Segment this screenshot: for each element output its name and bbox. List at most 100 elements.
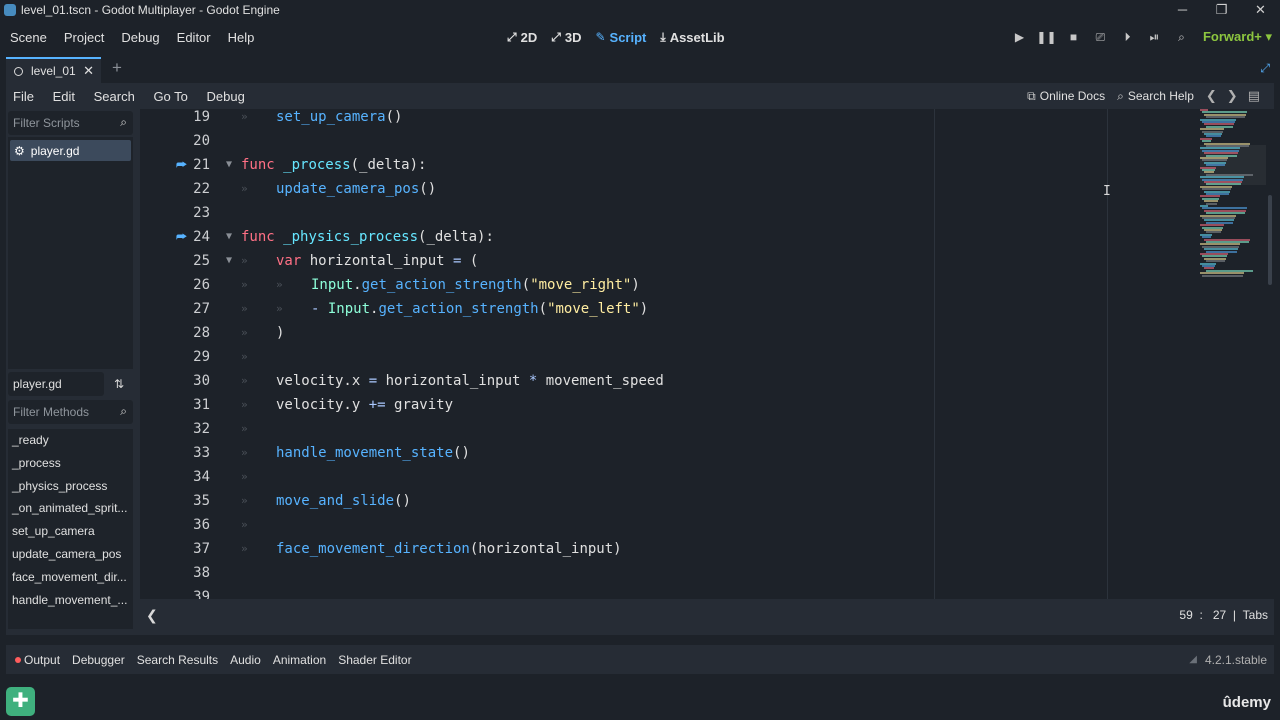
tab-script[interactable]: ✎ Script <box>595 30 646 45</box>
method-item[interactable]: set_up_camera <box>8 520 133 543</box>
code-line[interactable]: 27 » » - Input.get_action_strength("move_le… <box>140 297 1274 321</box>
menu-editor[interactable]: Editor <box>177 30 211 45</box>
pause-icon[interactable]: ❚❚ <box>1033 30 1060 44</box>
code-line[interactable]: 37 » face_movement_direction(horizontal_in… <box>140 537 1274 561</box>
history-back-icon[interactable]: ❮ <box>1206 88 1217 104</box>
method-item[interactable]: _process <box>8 452 133 475</box>
menu-scene[interactable]: Scene <box>10 30 47 45</box>
tab-audio[interactable]: Audio <box>230 653 261 667</box>
code-line[interactable]: 29 » <box>140 345 1274 369</box>
code-line[interactable]: 31 » velocity.y += gravity <box>140 393 1274 417</box>
code-line[interactable]: 36 » <box>140 513 1274 537</box>
play-scene-icon[interactable]: ⏵ <box>1114 30 1141 45</box>
override-arrow-icon[interactable]: ⮫ <box>176 225 190 249</box>
method-item[interactable]: update_camera_pos <box>8 543 133 566</box>
distraction-free-icon[interactable]: ⤢ <box>1260 61 1270 76</box>
method-item[interactable]: _on_animated_sprit... <box>8 497 133 520</box>
tab-animation[interactable]: Animation <box>273 653 326 667</box>
code-line[interactable]: 34 » <box>140 465 1274 489</box>
close-icon[interactable]: ✕ <box>83 63 94 79</box>
renderer-select[interactable]: Forward+ ▾ <box>1203 29 1272 45</box>
script-menu-file[interactable]: File <box>13 89 34 104</box>
bottom-panel-tabs: Output Debugger Search Results Audio Ani… <box>6 645 1274 674</box>
code-line[interactable]: 22 » update_camera_pos() <box>140 177 1274 201</box>
script-menu-edit[interactable]: Edit <box>53 89 75 104</box>
fold-arrow-icon[interactable]: ▼ <box>226 249 232 273</box>
menu-help[interactable]: Help <box>228 30 255 45</box>
run-controls: ▶ ❚❚ ■ ⎚ ⏵ ⏯ ⌕ Forward+ ▾ <box>1006 20 1272 54</box>
script-item-player[interactable]: ⚙ player.gd <box>10 140 131 161</box>
float-window-icon[interactable]: ▤ <box>1248 88 1260 104</box>
override-arrow-icon[interactable]: ⮫ <box>176 153 190 177</box>
method-item[interactable]: _physics_process <box>8 475 133 498</box>
play-custom-scene-icon[interactable]: ⏯ <box>1141 30 1168 45</box>
tab-marker-icon: » <box>276 302 283 315</box>
menu-project[interactable]: Project <box>64 30 104 45</box>
code-line[interactable]: 28 ») <box>140 321 1274 345</box>
tab-assetlib[interactable]: ⤓ AssetLib <box>660 30 724 45</box>
code-line[interactable]: 19 » set_up_camera() <box>140 109 1274 129</box>
editor-menu-bar: Scene Project Debug Editor Help ⤢ 2D ⤢ 3… <box>0 20 1280 54</box>
filter-scripts-input[interactable]: Filter Scripts ⌕ <box>8 111 133 135</box>
tab-debugger[interactable]: Debugger <box>72 653 125 667</box>
add-note-icon[interactable]: ✚ <box>6 687 35 716</box>
code-line[interactable]: 30 » velocity.x = horizontal_input * movem… <box>140 369 1274 393</box>
code-line[interactable]: 32 » <box>140 417 1274 441</box>
tab-search-results[interactable]: Search Results <box>137 653 218 667</box>
sort-icon[interactable]: ⇅ <box>114 377 124 391</box>
tab-output-label: Output <box>24 652 61 667</box>
code-line[interactable]: 25 ▼ » var horizontal_input = ( <box>140 249 1274 273</box>
window-controls: ─ ❐ ✕ <box>1163 0 1280 20</box>
search-help-button[interactable]: ⌕ Search Help <box>1117 89 1194 104</box>
editor-status-bar: ❮ 59 : 27 | Tabs <box>140 602 1274 628</box>
method-item[interactable]: face_movement_dir... <box>8 566 133 589</box>
history-forward-icon[interactable]: ❯ <box>1227 88 1238 104</box>
online-docs-button[interactable]: ⧉ Online Docs <box>1027 89 1105 104</box>
overlay-strip: ✚ ûdemy <box>0 684 1280 720</box>
code-line[interactable]: 26 » » Input.get_action_strength("move_righ… <box>140 273 1274 297</box>
2d-icon: ⤢ <box>507 29 517 44</box>
code-line[interactable]: 23 <box>140 201 1274 225</box>
tab-output[interactable]: Output <box>15 653 60 667</box>
caret-column: 27 <box>1212 608 1227 622</box>
play-icon[interactable]: ▶ <box>1006 30 1033 44</box>
tab-marker-icon: » <box>241 350 248 363</box>
code-line[interactable]: 24 ⮫ ▼ func _physics_process(_delta): <box>140 225 1274 249</box>
filter-methods-input[interactable]: Filter Methods ⌕ <box>8 400 133 424</box>
filter-scripts-placeholder: Filter Scripts <box>13 116 80 130</box>
remote-debug-icon[interactable]: ⎚ <box>1087 30 1114 45</box>
code-line[interactable]: 35 » move_and_slide() <box>140 489 1274 513</box>
maximize-button[interactable]: ❐ <box>1202 0 1241 20</box>
method-item[interactable]: handle_movement_... <box>8 589 133 612</box>
scene-tab-level-01[interactable]: level_01 ✕ <box>6 57 101 83</box>
menu-debug[interactable]: Debug <box>121 30 159 45</box>
code-line[interactable]: 21 ⮫ ▼ func _process(_delta): <box>140 153 1274 177</box>
tab-marker-icon: » <box>241 302 248 315</box>
indent-mode[interactable]: Tabs <box>1243 608 1268 622</box>
fold-arrow-icon[interactable]: ▼ <box>226 153 232 177</box>
code-text: velocity.x = horizontal_input * movement… <box>276 373 664 389</box>
script-menu-debug[interactable]: Debug <box>207 89 245 104</box>
script-menu-search[interactable]: Search <box>94 89 135 104</box>
code-line[interactable]: 38 <box>140 561 1274 585</box>
tab-marker-icon: » <box>241 374 248 387</box>
tab-3d[interactable]: ⤢ 3D <box>551 30 581 45</box>
tab-2d[interactable]: ⤢ 2D <box>507 30 537 45</box>
code-line[interactable]: 20 <box>140 129 1274 153</box>
add-scene-tab-icon[interactable]: + <box>112 58 122 78</box>
fold-arrow-icon[interactable]: ▼ <box>226 225 232 249</box>
toggle-scripts-panel-icon[interactable]: ❮ <box>146 607 158 624</box>
code-editor[interactable]: I 19» set_up_camera() 20 21 ⮫ ▼ func _process(… <box>140 109 1274 599</box>
engine-version: ◢ 4.2.1.stable <box>1189 653 1267 667</box>
tab-marker-icon: » <box>241 518 248 531</box>
script-icon: ✎ <box>595 30 606 44</box>
method-item[interactable]: _ready <box>8 429 133 452</box>
script-menu-goto[interactable]: Go To <box>153 89 187 104</box>
code-line[interactable]: 33 » handle_movement_state() <box>140 441 1274 465</box>
minimize-button[interactable]: ─ <box>1163 0 1202 20</box>
stop-icon[interactable]: ■ <box>1060 30 1087 44</box>
code-line[interactable]: 39 <box>140 585 1274 599</box>
tab-shader-editor[interactable]: Shader Editor <box>338 653 411 667</box>
movie-maker-icon[interactable]: ⌕ <box>1168 30 1195 45</box>
close-window-button[interactable]: ✕ <box>1241 0 1280 20</box>
